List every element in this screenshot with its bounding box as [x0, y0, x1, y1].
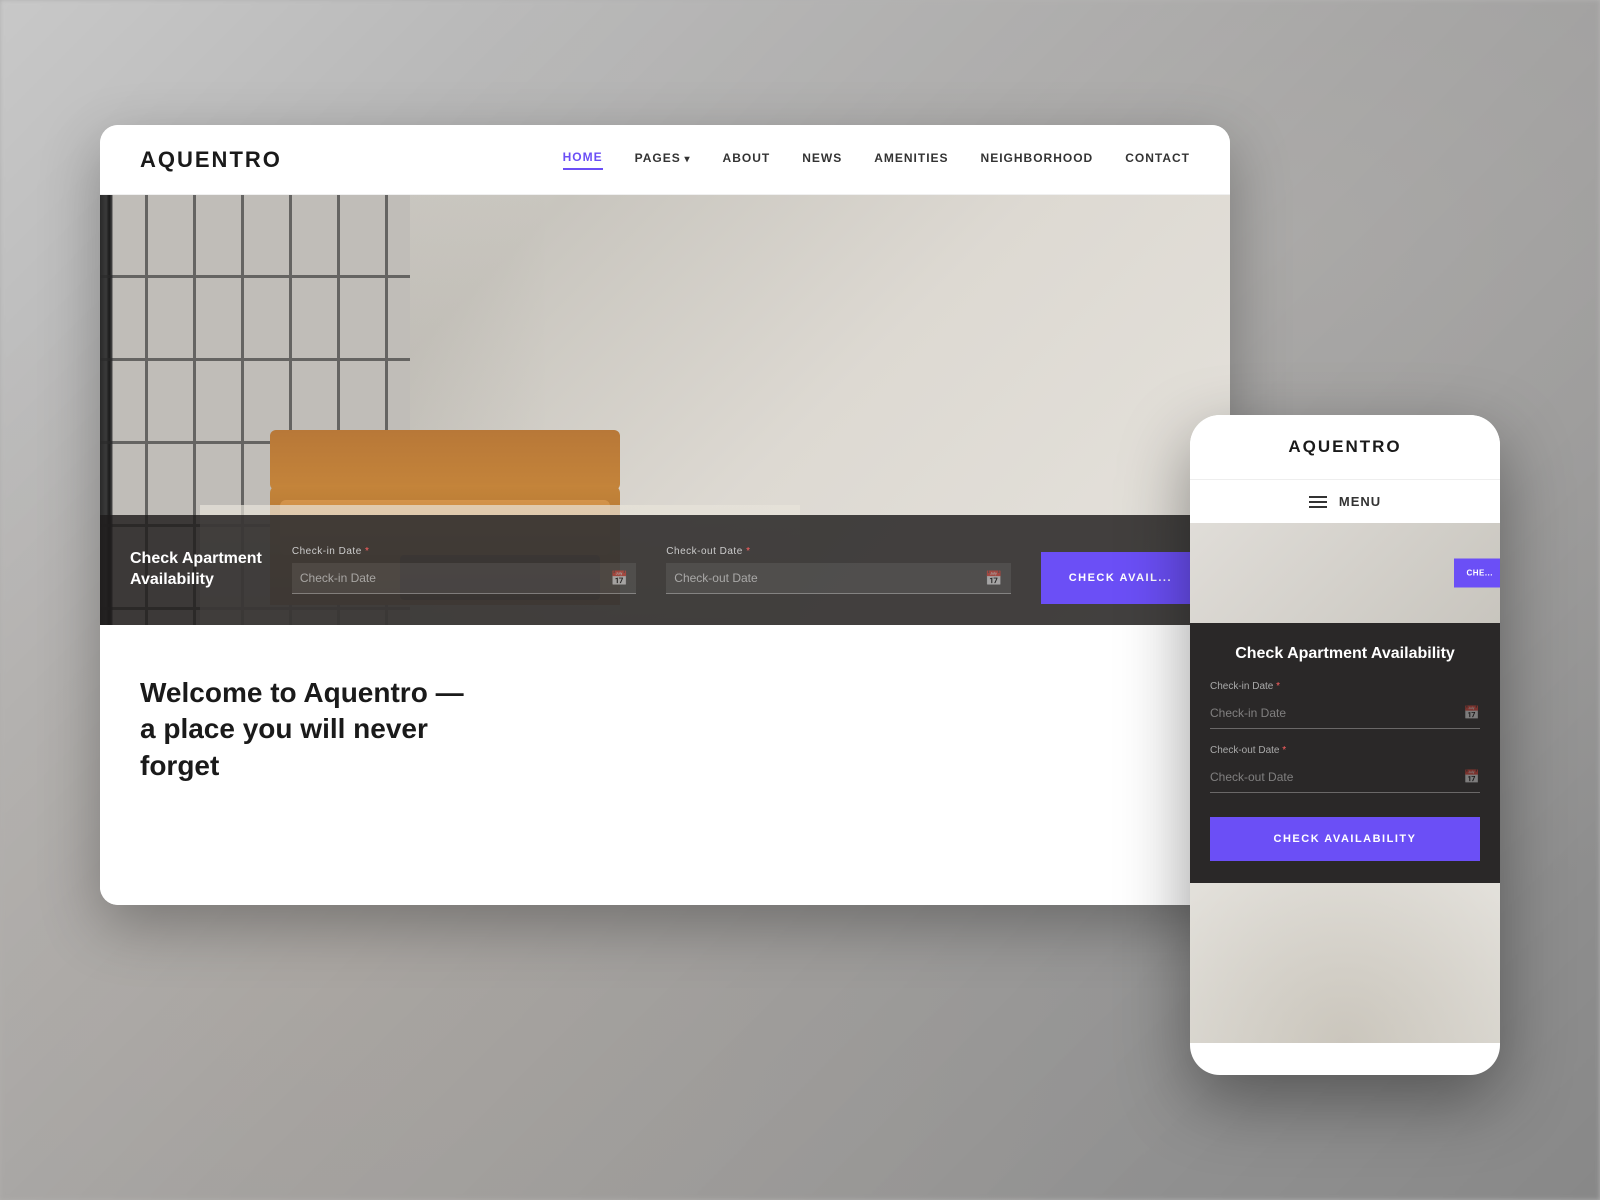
- checkin-label: Check-in Date *: [292, 546, 636, 557]
- nav-link-amenities[interactable]: AMENITIES: [874, 151, 948, 169]
- checkin-input-wrap[interactable]: Check-in Date 📅: [292, 563, 636, 594]
- mobile-checkin-calendar-icon: 📅: [1464, 705, 1480, 721]
- sofa-back: [270, 430, 620, 490]
- mobile-avail-title: Check Apartment Availability: [1210, 645, 1480, 663]
- checkout-field: Check-out Date * Check-out Date 📅: [666, 546, 1010, 594]
- checkin-required: *: [365, 546, 369, 557]
- mobile-checkout-required: *: [1282, 745, 1286, 756]
- mobile-checkout-input[interactable]: Check-out Date 📅: [1210, 762, 1480, 793]
- hamburger-line-2: [1309, 501, 1327, 503]
- checkin-field: Check-in Date * Check-in Date 📅: [292, 546, 636, 594]
- nav-link-pages[interactable]: PAGES: [635, 151, 691, 169]
- nav-link-about[interactable]: ABOUT: [723, 151, 771, 169]
- desktop-mockup: AQUENTRO HOME PAGES ABOUT NEWS AMENITIES…: [100, 125, 1230, 905]
- checkout-calendar-icon: 📅: [985, 570, 1002, 587]
- welcome-text: Welcome to Aquentro —a place you will ne…: [140, 675, 480, 784]
- mobile-checkin-required: *: [1276, 681, 1280, 692]
- mobile-navbar: AQUENTRO: [1190, 415, 1500, 479]
- desktop-logo: AQUENTRO: [140, 147, 563, 173]
- hamburger-icon: [1309, 496, 1327, 508]
- nav-link-news[interactable]: NEWS: [802, 151, 842, 169]
- checkout-required: *: [746, 546, 750, 557]
- desktop-check-availability-button[interactable]: CHECK AVAIL...: [1041, 552, 1200, 604]
- checkout-label: Check-out Date *: [666, 546, 1010, 557]
- mobile-checkin-input[interactable]: Check-in Date 📅: [1210, 698, 1480, 729]
- nav-link-contact[interactable]: CONTACT: [1125, 151, 1190, 169]
- mobile-checkin-field: Check-in Date * Check-in Date 📅: [1210, 681, 1480, 729]
- checkin-placeholder: Check-in Date: [300, 571, 606, 585]
- nav-link-neighborhood[interactable]: NEIGHBORHOOD: [981, 151, 1094, 169]
- mobile-hero: CHE...: [1190, 523, 1500, 623]
- desktop-content: Welcome to Aquentro —a place you will ne…: [100, 625, 1230, 905]
- desktop-hero: Check ApartmentAvailability Check-in Dat…: [100, 195, 1230, 625]
- mobile-availability-section: Check Apartment Availability Check-in Da…: [1190, 623, 1500, 883]
- mobile-hero-check-btn: CHE...: [1454, 559, 1500, 588]
- mobile-checkout-placeholder: Check-out Date: [1210, 770, 1450, 784]
- checkin-calendar-icon: 📅: [611, 570, 628, 587]
- mobile-logo: AQUENTRO: [1288, 437, 1401, 457]
- checkout-placeholder: Check-out Date: [674, 571, 980, 585]
- mobile-checkin-label: Check-in Date *: [1210, 681, 1480, 692]
- mobile-image-bottom: [1190, 883, 1500, 1043]
- mobile-checkout-calendar-icon: 📅: [1464, 769, 1480, 785]
- mobile-menu-label: MENU: [1339, 494, 1381, 509]
- mobile-checkin-placeholder: Check-in Date: [1210, 706, 1450, 720]
- nav-link-home[interactable]: HOME: [563, 150, 603, 170]
- checkout-input-wrap[interactable]: Check-out Date 📅: [666, 563, 1010, 594]
- availability-bar: Check ApartmentAvailability Check-in Dat…: [100, 515, 1230, 625]
- mobile-checkout-label: Check-out Date *: [1210, 745, 1480, 756]
- desktop-nav-links: HOME PAGES ABOUT NEWS AMENITIES NEIGHBOR…: [563, 150, 1190, 170]
- mobile-menu-bar[interactable]: MENU: [1190, 479, 1500, 523]
- hamburger-line-1: [1309, 496, 1327, 498]
- mobile-check-availability-button[interactable]: CHECK AVAILABILITY: [1210, 817, 1480, 861]
- avail-title: Check ApartmentAvailability: [130, 549, 262, 591]
- mobile-checkout-field: Check-out Date * Check-out Date 📅: [1210, 745, 1480, 793]
- desktop-navbar: AQUENTRO HOME PAGES ABOUT NEWS AMENITIES…: [100, 125, 1230, 195]
- hamburger-line-3: [1309, 506, 1327, 508]
- mobile-mockup: AQUENTRO MENU CHE... Check Apartment Ava…: [1190, 415, 1500, 1075]
- scene-container: AQUENTRO HOME PAGES ABOUT NEWS AMENITIES…: [100, 125, 1500, 1075]
